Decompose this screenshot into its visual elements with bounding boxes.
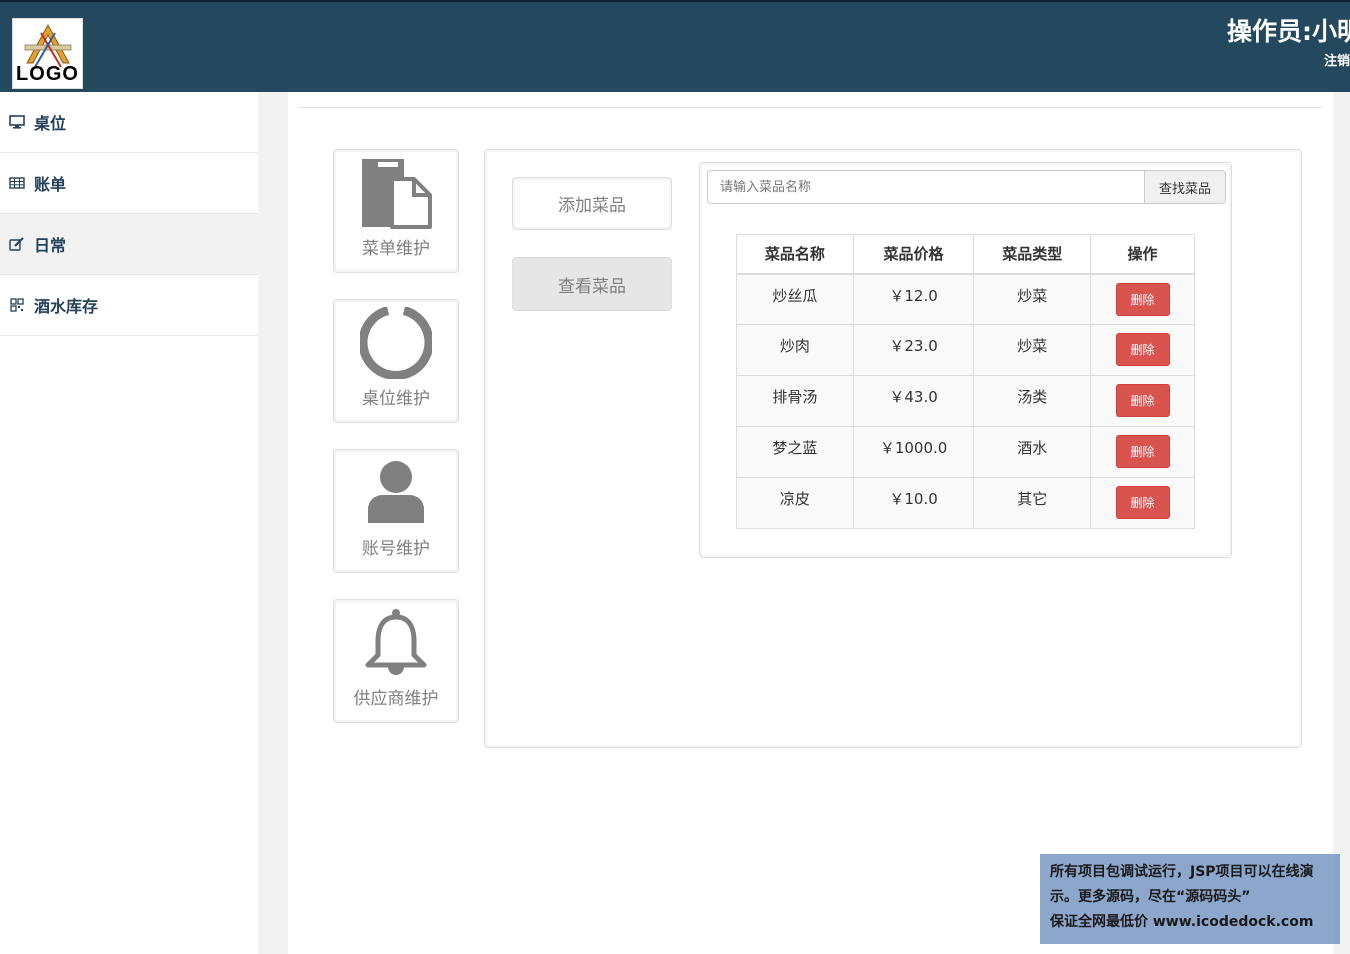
dish-action-cell: 删除 (1090, 426, 1195, 478)
search-bar: 查找菜品 (707, 170, 1226, 204)
dish-name: 梦之蓝 (736, 426, 854, 478)
table-icon (8, 175, 26, 191)
delete-button[interactable]: 删除 (1115, 384, 1170, 417)
column-header-price: 菜品价格 (852, 234, 975, 275)
tile-label: 菜单维护 (362, 239, 430, 259)
delete-button[interactable]: 删除 (1115, 435, 1170, 468)
watermark-line: 所有项目包调试运行，JSP项目可以在线演 (1050, 864, 1314, 880)
dish-price: ￥23.0 (852, 324, 975, 376)
files-icon (334, 156, 458, 230)
dish-search-input[interactable] (707, 170, 1144, 204)
dish-price: ￥12.0 (852, 273, 975, 325)
table-header-row: 菜品名称 菜品价格 菜品类型 操作 (736, 234, 1195, 275)
logo: LOGO (12, 18, 83, 89)
dish-action-cell: 删除 (1090, 273, 1195, 325)
top-header: LOGO 操作员:小明 注销 (0, 0, 1350, 92)
column-header-type: 菜品类型 (973, 234, 1092, 275)
operator-name: 操作员:小明 (1227, 17, 1350, 46)
delete-button[interactable]: 删除 (1115, 333, 1170, 366)
add-dish-button[interactable]: 添加菜品 (512, 177, 672, 230)
table-row: 炒肉 ￥23.0 炒菜 删除 (736, 324, 1195, 376)
dish-panel: 添加菜品 查看菜品 查找菜品 菜品名称 菜品价格 菜品类型 操作 (484, 149, 1302, 748)
dish-table: 菜品名称 菜品价格 菜品类型 操作 炒丝瓜 ￥12.0 炒菜 删除 炒肉 ￥23… (736, 234, 1195, 529)
delete-button[interactable]: 删除 (1115, 486, 1170, 519)
sidebar-item-label: 账单 (34, 175, 67, 194)
dish-type: 其它 (973, 477, 1092, 529)
sidebar-item-label: 日常 (34, 236, 67, 255)
logo-text: LOGO (16, 63, 79, 85)
tile-menu-maintenance[interactable]: 菜单维护 (333, 149, 459, 273)
search-dish-button[interactable]: 查找菜品 (1144, 170, 1226, 204)
watermark-banner: 所有项目包调试运行，JSP项目可以在线演 示。更多源码，尽在“源码码头” 保证全… (1040, 854, 1340, 944)
column-header-action: 操作 (1090, 234, 1195, 275)
sidebar-item-bills[interactable]: 账单 (0, 153, 258, 214)
tile-label: 桌位维护 (362, 389, 430, 409)
dish-name: 炒肉 (736, 324, 854, 376)
tile-label: 供应商维护 (353, 689, 439, 709)
logout-link[interactable]: 注销 (1324, 50, 1350, 69)
column-header-name: 菜品名称 (736, 234, 854, 275)
sidebar: 桌位 账单 日常 酒水库存 (0, 92, 258, 954)
user-icon (334, 456, 458, 530)
sidebar-item-label: 酒水库存 (34, 297, 99, 316)
dish-action-cell: 删除 (1090, 324, 1195, 376)
dish-list-panel: 查找菜品 菜品名称 菜品价格 菜品类型 操作 炒丝瓜 ￥12.0 炒菜 (699, 162, 1232, 558)
table-row: 排骨汤 ￥43.0 汤类 删除 (736, 375, 1195, 427)
dish-name: 炒丝瓜 (736, 273, 854, 325)
table-row: 炒丝瓜 ￥12.0 炒菜 删除 (736, 273, 1195, 325)
divider (298, 107, 1323, 108)
watermark-line: 保证全网最低价 www.icodedock.com (1050, 914, 1314, 930)
ring-icon (334, 306, 458, 380)
view-dishes-button[interactable]: 查看菜品 (512, 257, 672, 311)
dish-type: 炒菜 (973, 273, 1092, 325)
sidebar-item-daily[interactable]: 日常 (0, 214, 258, 275)
bell-icon (334, 606, 458, 680)
tile-supplier-maintenance[interactable]: 供应商维护 (333, 599, 459, 723)
dish-type: 汤类 (973, 375, 1092, 427)
sidebar-item-label: 桌位 (34, 114, 67, 133)
dish-type: 炒菜 (973, 324, 1092, 376)
qrcode-icon (8, 297, 26, 313)
dish-name: 排骨汤 (736, 375, 854, 427)
dish-price: ￥43.0 (852, 375, 975, 427)
table-row: 凉皮 ￥10.0 其它 删除 (736, 477, 1195, 529)
dish-action-cell: 删除 (1090, 477, 1195, 529)
dish-name: 凉皮 (736, 477, 854, 529)
dish-action-cell: 删除 (1090, 375, 1195, 427)
table-row: 梦之蓝 ￥1000.0 酒水 删除 (736, 426, 1195, 478)
dish-price: ￥10.0 (852, 477, 975, 529)
dish-price: ￥1000.0 (852, 426, 975, 478)
delete-button[interactable]: 删除 (1115, 282, 1170, 316)
scroll-gutter (1333, 92, 1350, 954)
sidebar-item-drinks-stock[interactable]: 酒水库存 (0, 275, 258, 336)
watermark-line: 示。更多源码，尽在“源码码头” (1050, 889, 1251, 905)
tile-table-maintenance[interactable]: 桌位维护 (333, 299, 459, 423)
dish-type: 酒水 (973, 426, 1092, 478)
main-content: 菜单维护 桌位维护 账号维护 供应商维护 添加菜品 查看菜品 请输入菜品名称 查… (288, 92, 1333, 954)
tile-label: 账号维护 (362, 539, 430, 559)
tile-account-maintenance[interactable]: 账号维护 (333, 449, 459, 573)
edit-icon (8, 236, 26, 252)
monitor-icon (8, 114, 26, 130)
sidebar-item-tables[interactable]: 桌位 (0, 92, 258, 153)
